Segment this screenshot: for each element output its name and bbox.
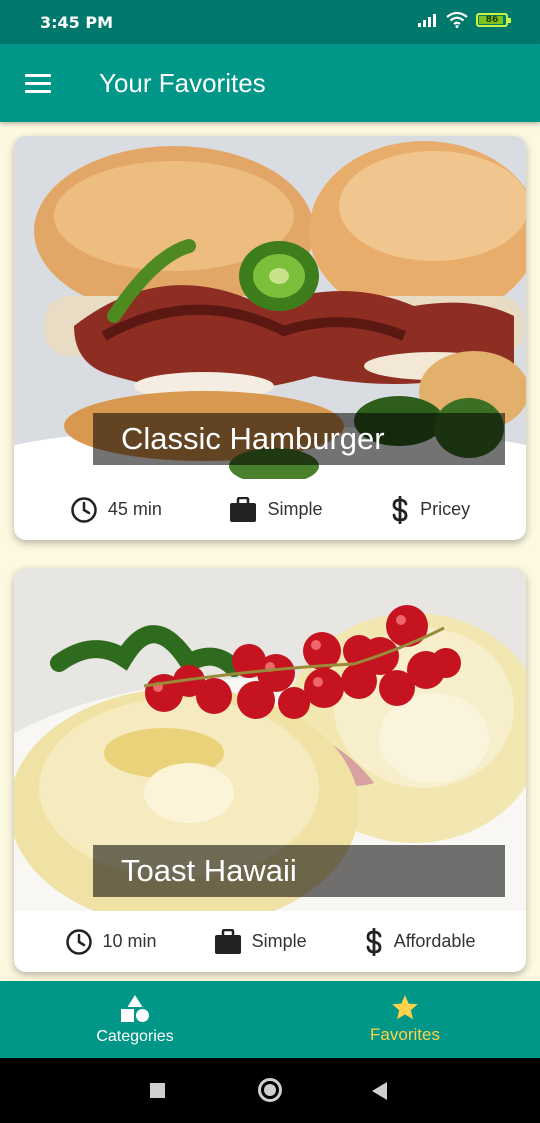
affordability-label: Pricey bbox=[420, 499, 471, 519]
clock-icon bbox=[71, 496, 97, 523]
status-icons: 86 bbox=[418, 12, 511, 28]
wifi-icon bbox=[446, 12, 468, 28]
app-bar: Your Favorites bbox=[0, 44, 540, 122]
complexity-label: Simple bbox=[251, 931, 307, 951]
dollar-icon bbox=[366, 927, 382, 956]
complexity-detail: Simple bbox=[214, 928, 307, 955]
briefcase-icon bbox=[230, 496, 257, 522]
system-navigation-bar bbox=[0, 1058, 540, 1123]
meal-card[interactable]: Toast Hawaii 10 min Simple Affordable bbox=[14, 568, 526, 972]
complexity-detail: Simple bbox=[229, 496, 323, 523]
meal-title: Toast Hawaii bbox=[93, 845, 505, 897]
briefcase-icon bbox=[214, 928, 241, 954]
clock-icon bbox=[65, 928, 92, 955]
affordability-label: Affordable bbox=[393, 931, 476, 951]
duration-detail: 45 min bbox=[70, 496, 162, 524]
battery-level: 86 bbox=[485, 15, 499, 25]
duration-label: 45 min bbox=[107, 499, 162, 519]
affordability-detail: Pricey bbox=[390, 495, 471, 524]
hamburger-menu-icon[interactable] bbox=[18, 63, 58, 103]
tab-favorites-label: Favorites bbox=[370, 1025, 440, 1044]
tab-categories-label: Categories bbox=[96, 1027, 174, 1045]
tab-categories[interactable]: Categories bbox=[0, 981, 270, 1058]
shapes-icon bbox=[121, 994, 149, 1022]
battery-icon: 86 bbox=[476, 13, 511, 27]
duration-detail: 10 min bbox=[65, 928, 157, 956]
tab-favorites[interactable]: Favorites bbox=[270, 981, 540, 1058]
status-bar: 3:45 PM 86 bbox=[0, 0, 540, 44]
duration-label: 10 min bbox=[102, 931, 157, 951]
meal-details: 45 min Simple Pricey bbox=[14, 479, 526, 540]
meal-card[interactable]: Classic Hamburger 45 min Simple Pricey bbox=[14, 136, 526, 540]
meal-details: 10 min Simple Affordable bbox=[14, 911, 526, 972]
affordability-detail: Affordable bbox=[364, 927, 476, 956]
page-title: Your Favorites bbox=[99, 68, 266, 98]
back-icon[interactable] bbox=[372, 1082, 387, 1100]
star-icon bbox=[392, 995, 418, 1020]
dollar-icon bbox=[392, 495, 408, 524]
recents-icon[interactable] bbox=[150, 1083, 165, 1098]
signal-icon bbox=[418, 14, 436, 27]
home-icon[interactable] bbox=[258, 1078, 282, 1102]
bottom-navigation: Categories Favorites bbox=[0, 981, 540, 1058]
status-time: 3:45 PM bbox=[40, 13, 114, 32]
meal-title: Classic Hamburger bbox=[93, 413, 505, 465]
complexity-label: Simple bbox=[267, 499, 323, 519]
